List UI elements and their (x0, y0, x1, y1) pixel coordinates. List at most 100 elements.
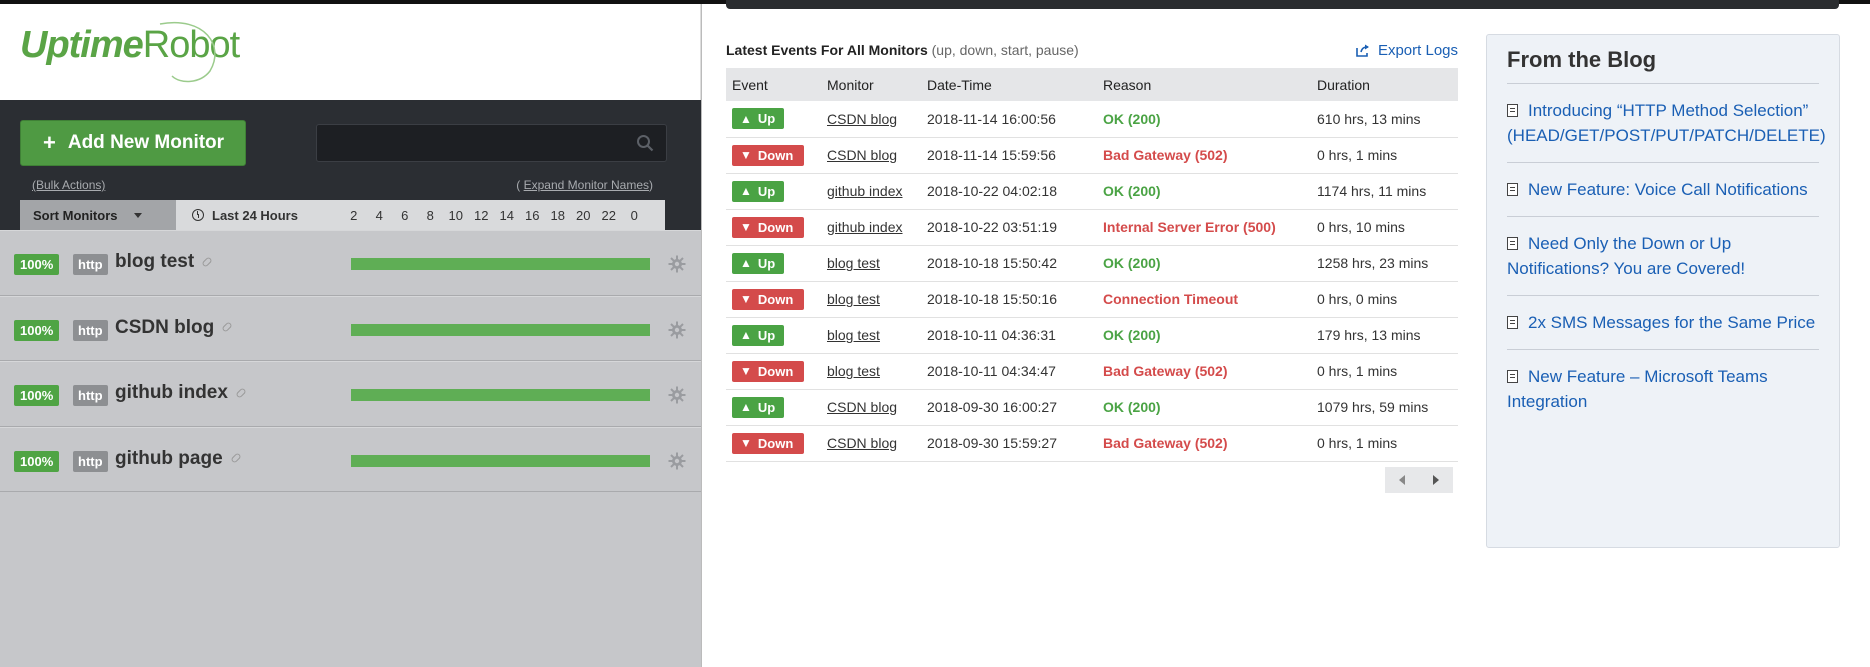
document-icon (1507, 104, 1518, 117)
reason-text: OK (200) (1103, 399, 1161, 415)
link-icon[interactable] (235, 387, 247, 399)
monitor-list: 100% http blog test 100% http CSDN blog 100% ht… (0, 230, 701, 492)
sort-monitors-dropdown[interactable]: Sort Monitors (20, 200, 176, 230)
blog-post-link[interactable]: 2x SMS Messages for the Same Price (1507, 296, 1819, 350)
expand-monitor-names-link[interactable]: Expand Monitor Names (524, 178, 649, 192)
blog-post-link[interactable]: Introducing “HTTP Method Selection” (HEA… (1507, 84, 1826, 163)
monitor-row[interactable]: 100% http github page (0, 426, 701, 492)
reason-text: OK (200) (1103, 255, 1161, 271)
blog-post-link[interactable]: New Feature – Microsoft Teams Integratio… (1507, 350, 1819, 428)
gear-icon[interactable] (668, 321, 686, 339)
down-badge: ▼ Down (732, 288, 804, 310)
monitor-link[interactable]: blog test (827, 363, 880, 379)
monitor-row[interactable]: 100% http CSDN blog (0, 295, 701, 361)
event-label: Up (757, 183, 776, 199)
monitor-link[interactable]: github index (827, 219, 903, 235)
arrow-up-icon: ▲ (740, 184, 752, 198)
monitor-name-text: github index (115, 382, 228, 403)
export-logs-button[interactable]: Export Logs (1356, 42, 1458, 59)
datetime-cell: 2018-09-30 15:59:27 (927, 435, 1057, 451)
hour-tick: 18 (550, 207, 565, 223)
reason-cell: OK (200) (1097, 173, 1311, 209)
monitor-link[interactable]: github index (827, 183, 903, 199)
table-row: ▲ Up blog test 2018-10-11 04:36:31 OK (200) 1… (726, 317, 1458, 353)
monitor-name[interactable]: github page (115, 447, 242, 470)
uptime-badge: 100% (14, 450, 60, 472)
column-header: Event (732, 76, 768, 93)
monitor-cell: github index (821, 173, 921, 209)
event-cell: ▼ Down (726, 281, 821, 317)
logo-swoosh-icon (159, 21, 216, 83)
monitor-row[interactable]: 100% http blog test (0, 230, 701, 296)
reason-text: OK (200) (1103, 110, 1161, 127)
up-badge: ▲ Up (732, 396, 784, 418)
logo-text-uptime: Uptime (20, 24, 144, 66)
blog-post-title: New Feature: Voice Call Notifications (1528, 180, 1808, 199)
arrow-down-icon: ▼ (740, 292, 752, 306)
expand-prefix: ( (516, 178, 524, 192)
reason-text: Bad Gateway (502) (1103, 435, 1228, 451)
monitor-cell: CSDN blog (821, 425, 921, 461)
datetime-cell: 2018-10-18 15:50:16 (927, 291, 1057, 307)
uptime-badge: 100% (14, 254, 60, 275)
event-cell: ▲ Up (726, 101, 821, 137)
reason-cell: Connection Timeout (1097, 281, 1311, 317)
arrow-up-icon: ▲ (740, 328, 752, 342)
prev-page-button[interactable] (1385, 466, 1419, 493)
uptime-bar (351, 323, 650, 336)
blog-post-title: Need Only the Down or Up Notifications? … (1507, 234, 1746, 278)
gear-icon[interactable] (668, 255, 686, 273)
event-label: Down (757, 219, 794, 235)
monitor-link[interactable]: blog test (827, 291, 880, 307)
link-icon[interactable] (221, 321, 233, 334)
monitor-name[interactable]: CSDN blog (115, 317, 233, 339)
event-cell: ▲ Up (726, 245, 821, 281)
monitor-cell: blog test (821, 245, 921, 281)
add-new-monitor-button[interactable]: + Add New Monitor (20, 120, 246, 166)
link-icon[interactable] (229, 452, 242, 465)
arrow-left-icon (1399, 474, 1405, 485)
gear-icon[interactable] (668, 452, 686, 470)
monitor-row[interactable]: 100% http github index (0, 361, 701, 427)
reason-text: OK (200) (1103, 327, 1161, 343)
sort-bar: Sort Monitors Last 24 Hours 2 4 6 8 10 12 14 16… (20, 200, 665, 230)
next-page-button[interactable] (1419, 466, 1453, 493)
events-table: Event Monitor Date-Time Reason Duration ▲ Up C… (726, 68, 1458, 462)
export-icon (1356, 44, 1369, 57)
monitor-link[interactable]: CSDN blog (827, 111, 897, 127)
time-range[interactable]: Last 24 Hours (176, 200, 336, 230)
uptime-bar (351, 389, 650, 401)
table-row: ▲ Up github index 2018-10-22 04:02:18 OK (20… (726, 173, 1458, 209)
bulk-actions-link[interactable]: (Bulk Actions) (32, 178, 105, 192)
monitor-link[interactable]: CSDN blog (827, 147, 897, 163)
duration-cell: 0 hrs, 1 mins (1317, 147, 1398, 163)
table-row: ▲ Up blog test 2018-10-18 15:50:42 OK (200) 1… (726, 245, 1458, 281)
monitor-name[interactable]: blog test (115, 251, 213, 273)
document-icon (1507, 316, 1518, 329)
datetime-cell: 2018-10-22 03:51:19 (927, 219, 1057, 235)
monitor-search-input[interactable] (317, 125, 617, 161)
search-icon[interactable] (636, 134, 654, 152)
blog-post-link[interactable]: Need Only the Down or Up Notifications? … (1507, 217, 1819, 296)
event-cell: ▲ Up (726, 317, 821, 353)
link-icon[interactable] (201, 256, 213, 268)
event-label: Up (757, 255, 776, 271)
add-new-monitor-label: Add New Monitor (67, 132, 225, 153)
monitor-controls: + Add New Monitor (Bulk Actions) ( Expan… (0, 100, 701, 230)
blog-post-link[interactable]: New Feature: Voice Call Notifications (1507, 163, 1819, 217)
monitor-link[interactable]: CSDN blog (827, 399, 897, 415)
monitor-cell: CSDN blog (821, 137, 921, 173)
down-badge: ▼ Down (732, 360, 804, 382)
monitor-link[interactable]: blog test (827, 327, 880, 343)
monitor-link[interactable]: CSDN blog (827, 435, 897, 451)
table-row: ▼ Down github index 2018-10-22 03:51:19 Inte… (726, 209, 1458, 245)
monitor-link[interactable]: blog test (827, 255, 880, 271)
monitor-name-text: github page (115, 447, 223, 469)
reason-text: Bad Gateway (502) (1103, 363, 1228, 379)
time-range-label: Last 24 Hours (212, 207, 298, 223)
blog-post-title: Introducing “HTTP Method Selection” (HEA… (1507, 101, 1826, 145)
top-bar (726, 0, 1839, 9)
expand-monitor-names: ( Expand Monitor Names) (516, 178, 653, 192)
gear-icon[interactable] (668, 386, 686, 404)
monitor-name[interactable]: github index (115, 382, 247, 404)
